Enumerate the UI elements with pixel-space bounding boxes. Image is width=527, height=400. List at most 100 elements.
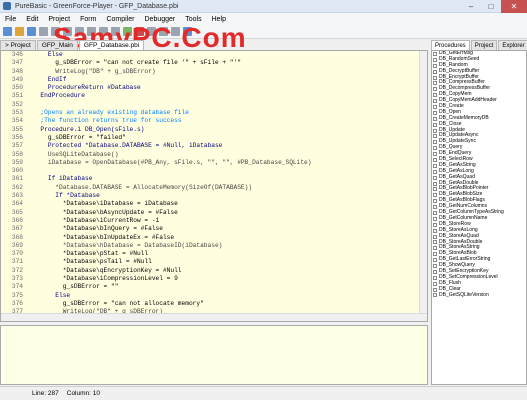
code-line[interactable]: 359 iDatabase = OpenDatabase(#PB_Any, sF… xyxy=(1,158,427,168)
procedure-icon xyxy=(433,240,437,245)
code-line[interactable]: 366 *Database\iCurrentRow = -1 xyxy=(1,216,427,226)
code-line[interactable]: 352 xyxy=(1,100,427,110)
code-text: ;Opens an already existing database file xyxy=(33,109,189,117)
fold-marker xyxy=(25,51,33,59)
procedure-list: DB_GetErrMsg DB_RandomSeed DB_Random DB_Dec… xyxy=(431,50,527,385)
code-editor[interactable]: 346 Else 347 g_sDBError = "can not create… xyxy=(0,50,428,322)
maximize-button[interactable]: □ xyxy=(481,0,501,13)
fold-marker xyxy=(25,225,33,233)
code-line[interactable]: 372 *Database\qEncryptionKey = #Null xyxy=(1,266,427,276)
code-text: If *Database xyxy=(33,192,100,200)
procedure-icon xyxy=(433,146,437,151)
code-line[interactable]: 373 *Database\iCompressionLevel = 9 xyxy=(1,275,427,284)
fold-marker xyxy=(25,209,33,217)
procedure-icon xyxy=(433,269,437,274)
procedure-icon xyxy=(433,193,437,198)
procedure-item[interactable]: DB_GetSQLiteVersion xyxy=(432,292,526,299)
close-button[interactable]: ✕ xyxy=(501,0,527,13)
minimize-button[interactable]: – xyxy=(461,0,481,13)
fold-marker xyxy=(25,109,33,117)
line-number: 373 xyxy=(1,275,25,284)
fold-marker xyxy=(25,200,33,208)
code-line[interactable]: 350 ProcedureReturn #Database xyxy=(1,84,427,93)
code-line[interactable]: 346 Else xyxy=(1,51,427,60)
fold-marker xyxy=(25,300,33,308)
save-all-icon[interactable] xyxy=(39,27,48,36)
code-line[interactable]: 374 g_sDBError = "" xyxy=(1,283,427,292)
code-line[interactable]: 368 *Database\bInUpdateEx = #False xyxy=(1,233,427,242)
tab-panel-project[interactable]: Project xyxy=(470,40,498,50)
code-line[interactable]: 376 g_sDBError = "can not allocate memor… xyxy=(1,299,427,309)
code-line[interactable]: 375 Else xyxy=(1,291,427,300)
new-file-icon[interactable] xyxy=(3,27,12,36)
code-line[interactable]: 351 EndProcedure xyxy=(1,92,427,101)
code-line[interactable]: 357 Protected *Database.DATABASE = #Null… xyxy=(1,142,427,151)
procedure-icon xyxy=(433,69,437,74)
code-text: *Database\bInQuery = #False xyxy=(33,225,163,233)
code-text: *Database\qEncryptionKey = #Null xyxy=(33,266,182,274)
window-title: PureBasic - GreenForce-Player - GFP_Data… xyxy=(15,2,179,10)
code-line[interactable]: 360 xyxy=(1,167,427,176)
tab-procedures[interactable]: Procedures xyxy=(431,40,470,50)
tab-gfp-main[interactable]: GFP_Main xyxy=(36,40,78,50)
code-text: *Database\hDatabase = DatabaseID(iDataba… xyxy=(33,241,223,249)
code-line[interactable]: 367 *Database\bInQuery = #False xyxy=(1,225,427,234)
fold-marker xyxy=(25,275,33,283)
procedure-icon xyxy=(433,199,437,204)
save-icon[interactable] xyxy=(27,27,36,36)
menu-file[interactable]: File xyxy=(0,16,21,23)
code-text: *Database\iCurrentRow = -1 xyxy=(33,216,160,224)
line-number: 349 xyxy=(1,75,25,85)
line-number: 359 xyxy=(1,158,25,168)
procedure-icon xyxy=(433,275,437,280)
code-line[interactable]: 362 *Database.DATABASE = AllocateMemory(… xyxy=(1,183,427,193)
fold-marker xyxy=(25,192,33,200)
code-line[interactable]: 361 If iDatabase xyxy=(1,175,427,184)
code-line[interactable]: 355 Procedure.i DB_Open(sFile.s) xyxy=(1,125,427,134)
fold-marker xyxy=(25,68,33,76)
line-number: 361 xyxy=(1,175,25,184)
tab-gfp-database[interactable]: GFP_Database.pbi xyxy=(78,40,145,50)
code-line[interactable]: 364 *Database\iDatabase = iDatabase xyxy=(1,200,427,209)
editor-vertical-scrollbar[interactable] xyxy=(419,51,427,321)
line-number: 362 xyxy=(1,183,25,193)
code-text: *Database\bInUpdateEx = #False xyxy=(33,233,175,241)
code-text: EndProcedure xyxy=(33,92,85,100)
procedure-icon xyxy=(433,234,437,239)
fold-marker xyxy=(25,175,33,183)
code-text: EndIf xyxy=(33,75,67,83)
tab-explorer[interactable]: Explorer xyxy=(498,40,527,50)
code-line[interactable]: 354 ;The function returns true for succe… xyxy=(1,117,427,126)
procedure-items: DB_GetErrMsg DB_RandomSeed DB_Random DB_Dec… xyxy=(432,51,526,298)
line-number: 364 xyxy=(1,200,25,209)
code-line[interactable]: 348 WriteLog("DB" + g_sDBError) xyxy=(1,67,427,76)
code-line[interactable]: 349 EndIf xyxy=(1,75,427,85)
procedure-icon xyxy=(433,87,437,92)
code-line[interactable]: 371 *Database\psTail = #Null xyxy=(1,258,427,267)
tab-project[interactable]: > Project xyxy=(0,40,36,50)
open-file-icon[interactable] xyxy=(15,27,24,36)
procedure-icon xyxy=(433,228,437,233)
code-line[interactable]: 369 *Database\hDatabase = DatabaseID(iDa… xyxy=(1,241,427,251)
code-line[interactable]: 363 If *Database xyxy=(1,192,427,201)
fold-marker xyxy=(25,258,33,266)
code-line[interactable]: 356 g_sDBError = "failed" xyxy=(1,133,427,143)
code-text: Protected *Database.DATABASE = #Null, iD… xyxy=(33,142,223,150)
procedure-icon xyxy=(433,63,437,68)
menu-edit[interactable]: Edit xyxy=(21,16,43,23)
code-text: g_sDBError = "can not allocate memory" xyxy=(33,299,204,307)
output-pane[interactable] xyxy=(0,325,428,385)
line-number: 358 xyxy=(1,150,25,159)
fold-marker xyxy=(25,76,33,84)
code-line[interactable]: 358 UseSQLiteDatabase() xyxy=(1,150,427,159)
line-number: 355 xyxy=(1,125,25,134)
procedure-icon xyxy=(433,187,437,192)
code-line[interactable]: 365 *Database\bAsyncUpdate = #False xyxy=(1,208,427,217)
fold-marker xyxy=(25,151,33,159)
code-line[interactable]: 353 ;Opens an already existing database … xyxy=(1,109,427,118)
editor-horizontal-scrollbar[interactable] xyxy=(1,313,427,321)
code-line[interactable]: 370 *Database\pStat = #Null xyxy=(1,250,427,259)
line-number: 348 xyxy=(1,67,25,76)
code-line[interactable]: 347 g_sDBError = "can not create file '"… xyxy=(1,59,427,68)
status-line: Line: 287 xyxy=(32,390,59,397)
